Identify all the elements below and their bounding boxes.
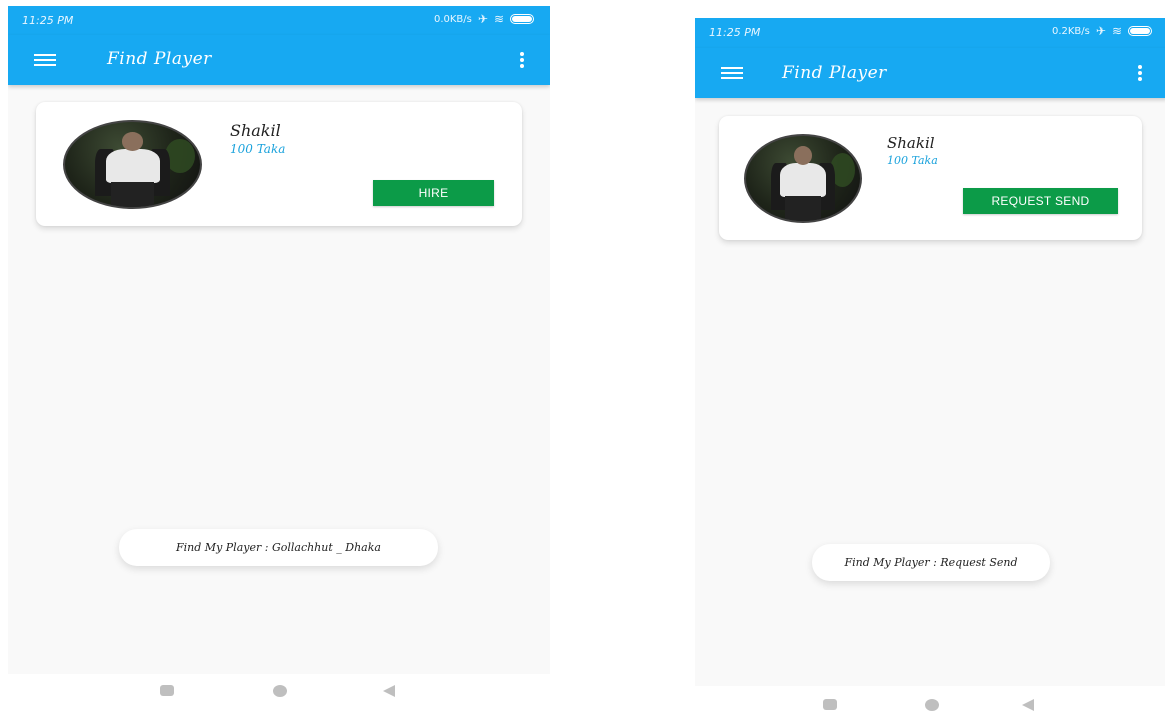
hire-button[interactable]: HIRE [373,180,494,206]
screen-find-player-request-sent: 11:25 PM 0.2KB/s ✈ ≋ Find Player Shakil … [695,18,1165,686]
player-avatar [744,134,862,223]
app-bar: Find Player [695,48,1165,98]
airplane-mode-icon: ✈ [1095,24,1106,38]
status-bar: 11:25 PM 0.0KB/s ✈ ≋ [8,6,550,35]
network-speed: 0.0KB/s [433,13,472,25]
system-nav-bar [8,674,550,710]
status-time: 11:25 PM [22,14,74,27]
app-title: Find Player [107,49,212,69]
overflow-menu-icon[interactable] [520,52,524,68]
airplane-mode-icon: ✈ [477,12,488,26]
player-card[interactable]: Shakil 100 Taka HIRE [36,102,522,226]
app-title: Find Player [782,63,887,83]
circle-home-icon[interactable] [925,699,939,711]
hamburger-menu-icon[interactable] [34,54,56,66]
system-nav-bar [695,686,1165,717]
hamburger-menu-icon[interactable] [721,67,743,79]
status-bar: 11:25 PM 0.2KB/s ✈ ≋ [695,18,1165,48]
square-recents-icon[interactable] [823,699,837,710]
wifi-icon: ≋ [493,12,504,26]
status-time: 11:25 PM [709,26,761,39]
battery-icon [510,14,534,24]
triangle-back-icon[interactable] [1022,699,1034,711]
request-send-button[interactable]: REQUEST SEND [963,188,1118,214]
player-name: Shakil [887,134,935,152]
status-indicators: 0.2KB/s ✈ ≋ [1052,25,1152,37]
player-card[interactable]: Shakil 100 Taka REQUEST SEND [719,116,1142,240]
player-price: 100 Taka [887,154,938,167]
battery-icon [1128,26,1152,36]
toast-message: Find My Player : Request Send [812,544,1050,581]
player-price: 100 Taka [230,142,286,156]
overflow-menu-icon[interactable] [1138,65,1142,81]
status-indicators: 0.0KB/s ✈ ≋ [434,13,534,25]
screen-find-player-hire: 11:25 PM 0.0KB/s ✈ ≋ Find Player Shakil … [8,6,550,674]
app-bar: Find Player [8,35,550,85]
player-avatar [63,120,202,209]
player-name: Shakil [230,121,281,140]
circle-home-icon[interactable] [273,685,287,697]
square-recents-icon[interactable] [160,685,174,696]
triangle-back-icon[interactable] [383,685,395,697]
toast-message: Find My Player : Gollachhut _ Dhaka [119,529,438,566]
network-speed: 0.2KB/s [1051,25,1090,37]
wifi-icon: ≋ [1111,24,1122,38]
